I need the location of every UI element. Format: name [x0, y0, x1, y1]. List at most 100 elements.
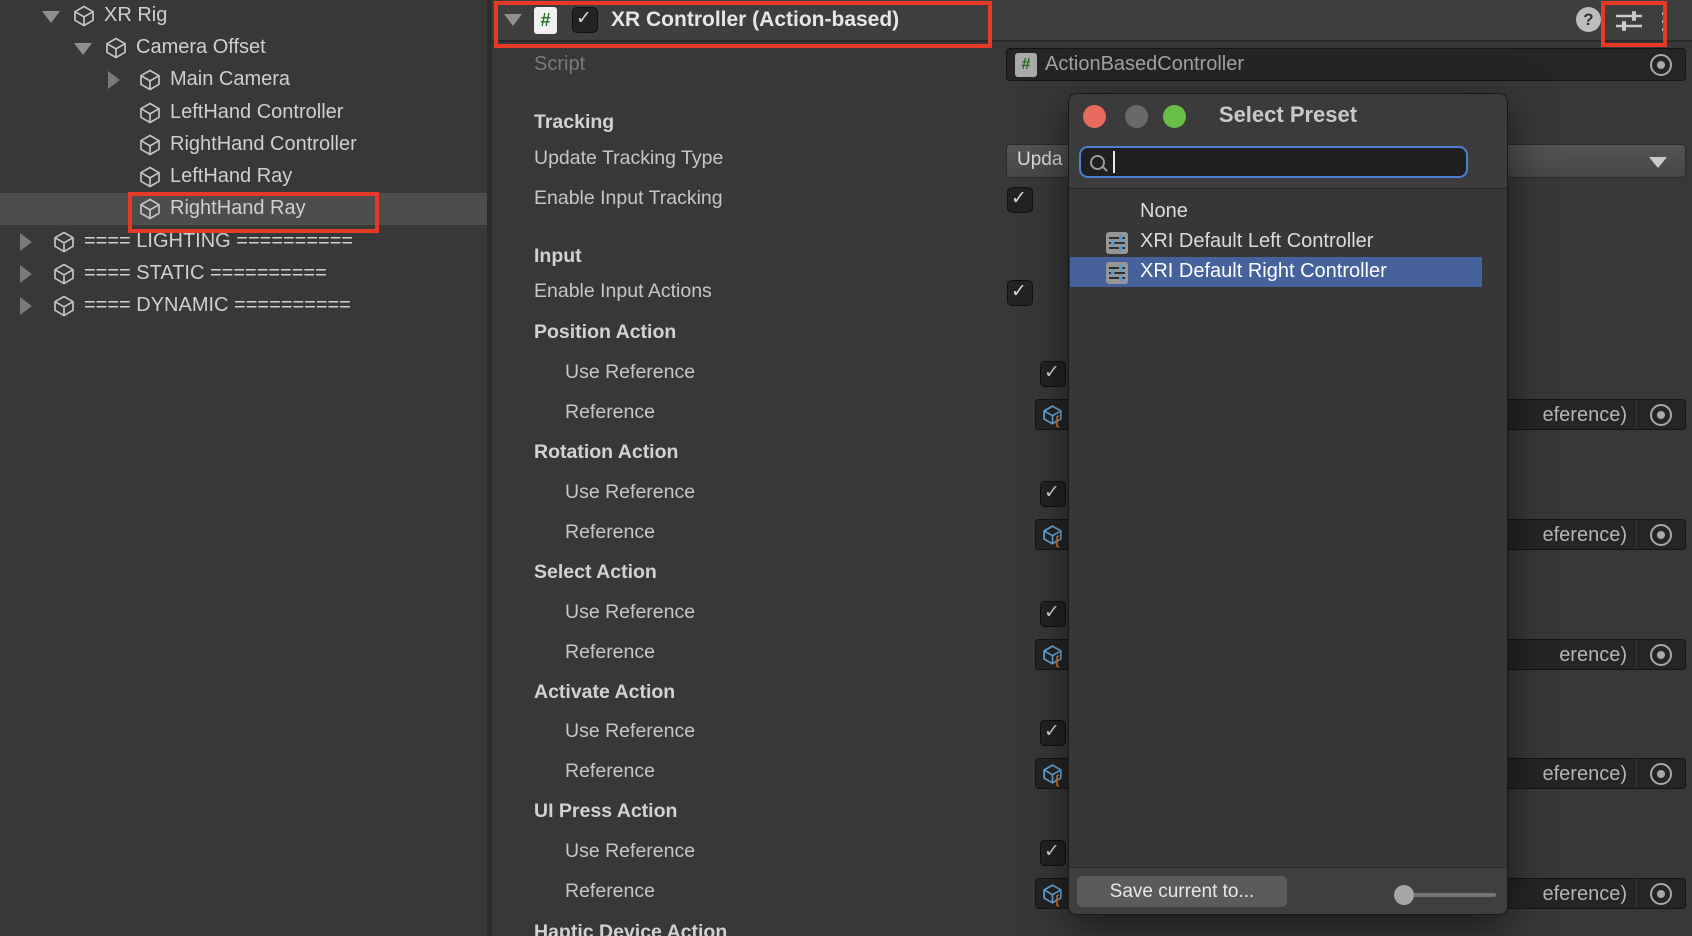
object-picker-icon[interactable]	[1649, 762, 1673, 786]
component-enabled-checkbox[interactable]	[572, 7, 598, 33]
object-picker-zone[interactable]	[1636, 640, 1685, 669]
activate-use-reference-checkbox[interactable]	[1040, 720, 1066, 746]
foldout-closed-icon[interactable]	[20, 297, 32, 315]
reference-value-fragment: eference)	[1543, 883, 1628, 906]
gameobject-cube-icon	[52, 262, 76, 286]
gameobject-cube-icon	[138, 197, 162, 221]
label-ui-press-action: UI Press Action	[534, 800, 677, 823]
popup-titlebar[interactable]: Select Preset	[1069, 94, 1507, 139]
preset-search-input[interactable]	[1079, 146, 1468, 178]
input-action-reference-icon: {	[1040, 523, 1065, 548]
hierarchy-item-lefthand-ray[interactable]: LeftHand Ray	[0, 161, 487, 193]
gameobject-cube-icon	[72, 4, 96, 28]
hierarchy-item-dynamic-divider[interactable]: ==== DYNAMIC ==========	[0, 290, 487, 322]
position-use-reference-checkbox[interactable]	[1040, 361, 1066, 387]
select-preset-window: Select Preset None XRI Default Left Cont…	[1068, 93, 1508, 915]
save-current-to-button[interactable]: Save current to...	[1077, 876, 1287, 907]
label-enable-input-actions: Enable Input Actions	[534, 280, 712, 303]
label-rotation-action: Rotation Action	[534, 441, 678, 464]
object-picker-zone[interactable]	[1636, 759, 1685, 788]
reference-value-fragment: eference)	[1543, 763, 1628, 786]
more-options-kebab-icon[interactable]	[1662, 8, 1667, 35]
preset-item-left-controller[interactable]: XRI Default Left Controller	[1070, 227, 1482, 257]
label-update-tracking-type: Update Tracking Type	[534, 147, 723, 170]
preset-item-none[interactable]: None	[1070, 197, 1482, 227]
size-slider-knob[interactable]	[1394, 885, 1414, 905]
gameobject-cube-icon	[52, 294, 76, 318]
input-action-reference-icon: {	[1040, 403, 1065, 428]
label-use-reference: Use Reference	[565, 720, 695, 743]
label-enable-input-tracking: Enable Input Tracking	[534, 187, 723, 210]
svg-text:{: {	[1055, 414, 1060, 428]
input-action-reference-icon: {	[1040, 643, 1065, 668]
label-reference: Reference	[565, 641, 655, 664]
hierarchy-item-lighting-divider[interactable]: ==== LIGHTING ==========	[0, 226, 487, 258]
object-picker-zone[interactable]	[1636, 400, 1685, 429]
reference-value-fragment: erence)	[1559, 644, 1627, 667]
label-use-reference: Use Reference	[565, 481, 695, 504]
component-header[interactable]: # XR Controller (Action-based) ?	[492, 0, 1692, 42]
size-slider-track[interactable]	[1404, 893, 1496, 897]
foldout-closed-icon[interactable]	[20, 265, 32, 283]
enable-input-tracking-checkbox[interactable]	[1007, 187, 1033, 213]
label-use-reference: Use Reference	[565, 601, 695, 624]
hierarchy-item-xr-rig[interactable]: XR Rig	[0, 0, 487, 32]
hierarchy-item-righthand-ray[interactable]: RightHand Ray	[0, 193, 487, 225]
hierarchy-item-camera-offset[interactable]: Camera Offset	[0, 32, 487, 64]
preset-asset-icon	[1104, 260, 1130, 286]
label-reference: Reference	[565, 880, 655, 903]
foldout-closed-icon[interactable]	[20, 233, 32, 251]
hierarchy-item-label: LeftHand Controller	[170, 101, 343, 124]
rotation-use-reference-checkbox[interactable]	[1040, 481, 1066, 507]
help-icon[interactable]: ?	[1576, 7, 1601, 32]
hierarchy-item-label: Main Camera	[170, 68, 290, 91]
enable-input-actions-checkbox[interactable]	[1007, 280, 1033, 306]
component-foldout-icon[interactable]	[504, 14, 522, 26]
foldout-open-icon[interactable]	[42, 11, 60, 23]
hierarchy-item-label: ==== STATIC ==========	[84, 262, 327, 285]
preset-item-right-controller[interactable]: XRI Default Right Controller	[1070, 257, 1482, 287]
section-input: Input	[534, 245, 582, 268]
gameobject-cube-icon	[138, 101, 162, 125]
gameobject-cube-icon	[52, 230, 76, 254]
foldout-closed-icon[interactable]	[108, 71, 120, 89]
uipress-use-reference-checkbox[interactable]	[1040, 840, 1066, 866]
csharp-script-icon: #	[534, 7, 557, 34]
hierarchy-item-label: XR Rig	[104, 4, 167, 27]
svg-text:{: {	[1055, 534, 1060, 548]
hierarchy-item-main-camera[interactable]: Main Camera	[0, 64, 487, 96]
popup-bottom-bar: Save current to...	[1069, 867, 1507, 914]
script-object-field[interactable]: # ActionBasedController	[1006, 48, 1686, 81]
object-picker-icon[interactable]	[1649, 643, 1673, 667]
script-row-label: Script	[534, 53, 585, 76]
object-picker-icon[interactable]	[1649, 523, 1673, 547]
hierarchy-item-label: RightHand Controller	[170, 133, 357, 156]
script-value: ActionBasedController	[1045, 53, 1244, 76]
search-icon	[1090, 155, 1105, 170]
select-use-reference-checkbox[interactable]	[1040, 601, 1066, 627]
hierarchy-item-label: ==== DYNAMIC ==========	[84, 294, 351, 317]
object-picker-icon[interactable]	[1649, 403, 1673, 427]
label-activate-action: Activate Action	[534, 681, 675, 704]
input-action-reference-icon: {	[1040, 762, 1065, 787]
chevron-down-icon	[1649, 157, 1667, 168]
dropdown-value-fragment: Upda	[1017, 149, 1062, 171]
object-picker-icon[interactable]	[1649, 53, 1673, 77]
label-reference: Reference	[565, 401, 655, 424]
gameobject-cube-icon	[138, 165, 162, 189]
hierarchy-panel: XR Rig Camera Offset Main Camera LeftHan…	[0, 0, 487, 936]
hierarchy-item-righthand-controller[interactable]: RightHand Controller	[0, 129, 487, 161]
presets-icon[interactable]	[1614, 9, 1644, 33]
hierarchy-item-lefthand-controller[interactable]: LeftHand Controller	[0, 97, 487, 129]
gameobject-cube-icon	[138, 133, 162, 157]
reference-value-fragment: eference)	[1543, 524, 1628, 547]
object-picker-icon[interactable]	[1649, 882, 1673, 906]
svg-text:{: {	[1055, 893, 1060, 907]
object-picker-zone[interactable]	[1636, 879, 1685, 908]
hierarchy-item-static-divider[interactable]: ==== STATIC ==========	[0, 258, 487, 290]
gameobject-cube-icon	[104, 36, 128, 60]
foldout-open-icon[interactable]	[74, 43, 92, 55]
preset-item-label: XRI Default Right Controller	[1140, 260, 1387, 283]
csharp-script-icon: #	[1015, 53, 1037, 77]
object-picker-zone[interactable]	[1636, 520, 1685, 549]
